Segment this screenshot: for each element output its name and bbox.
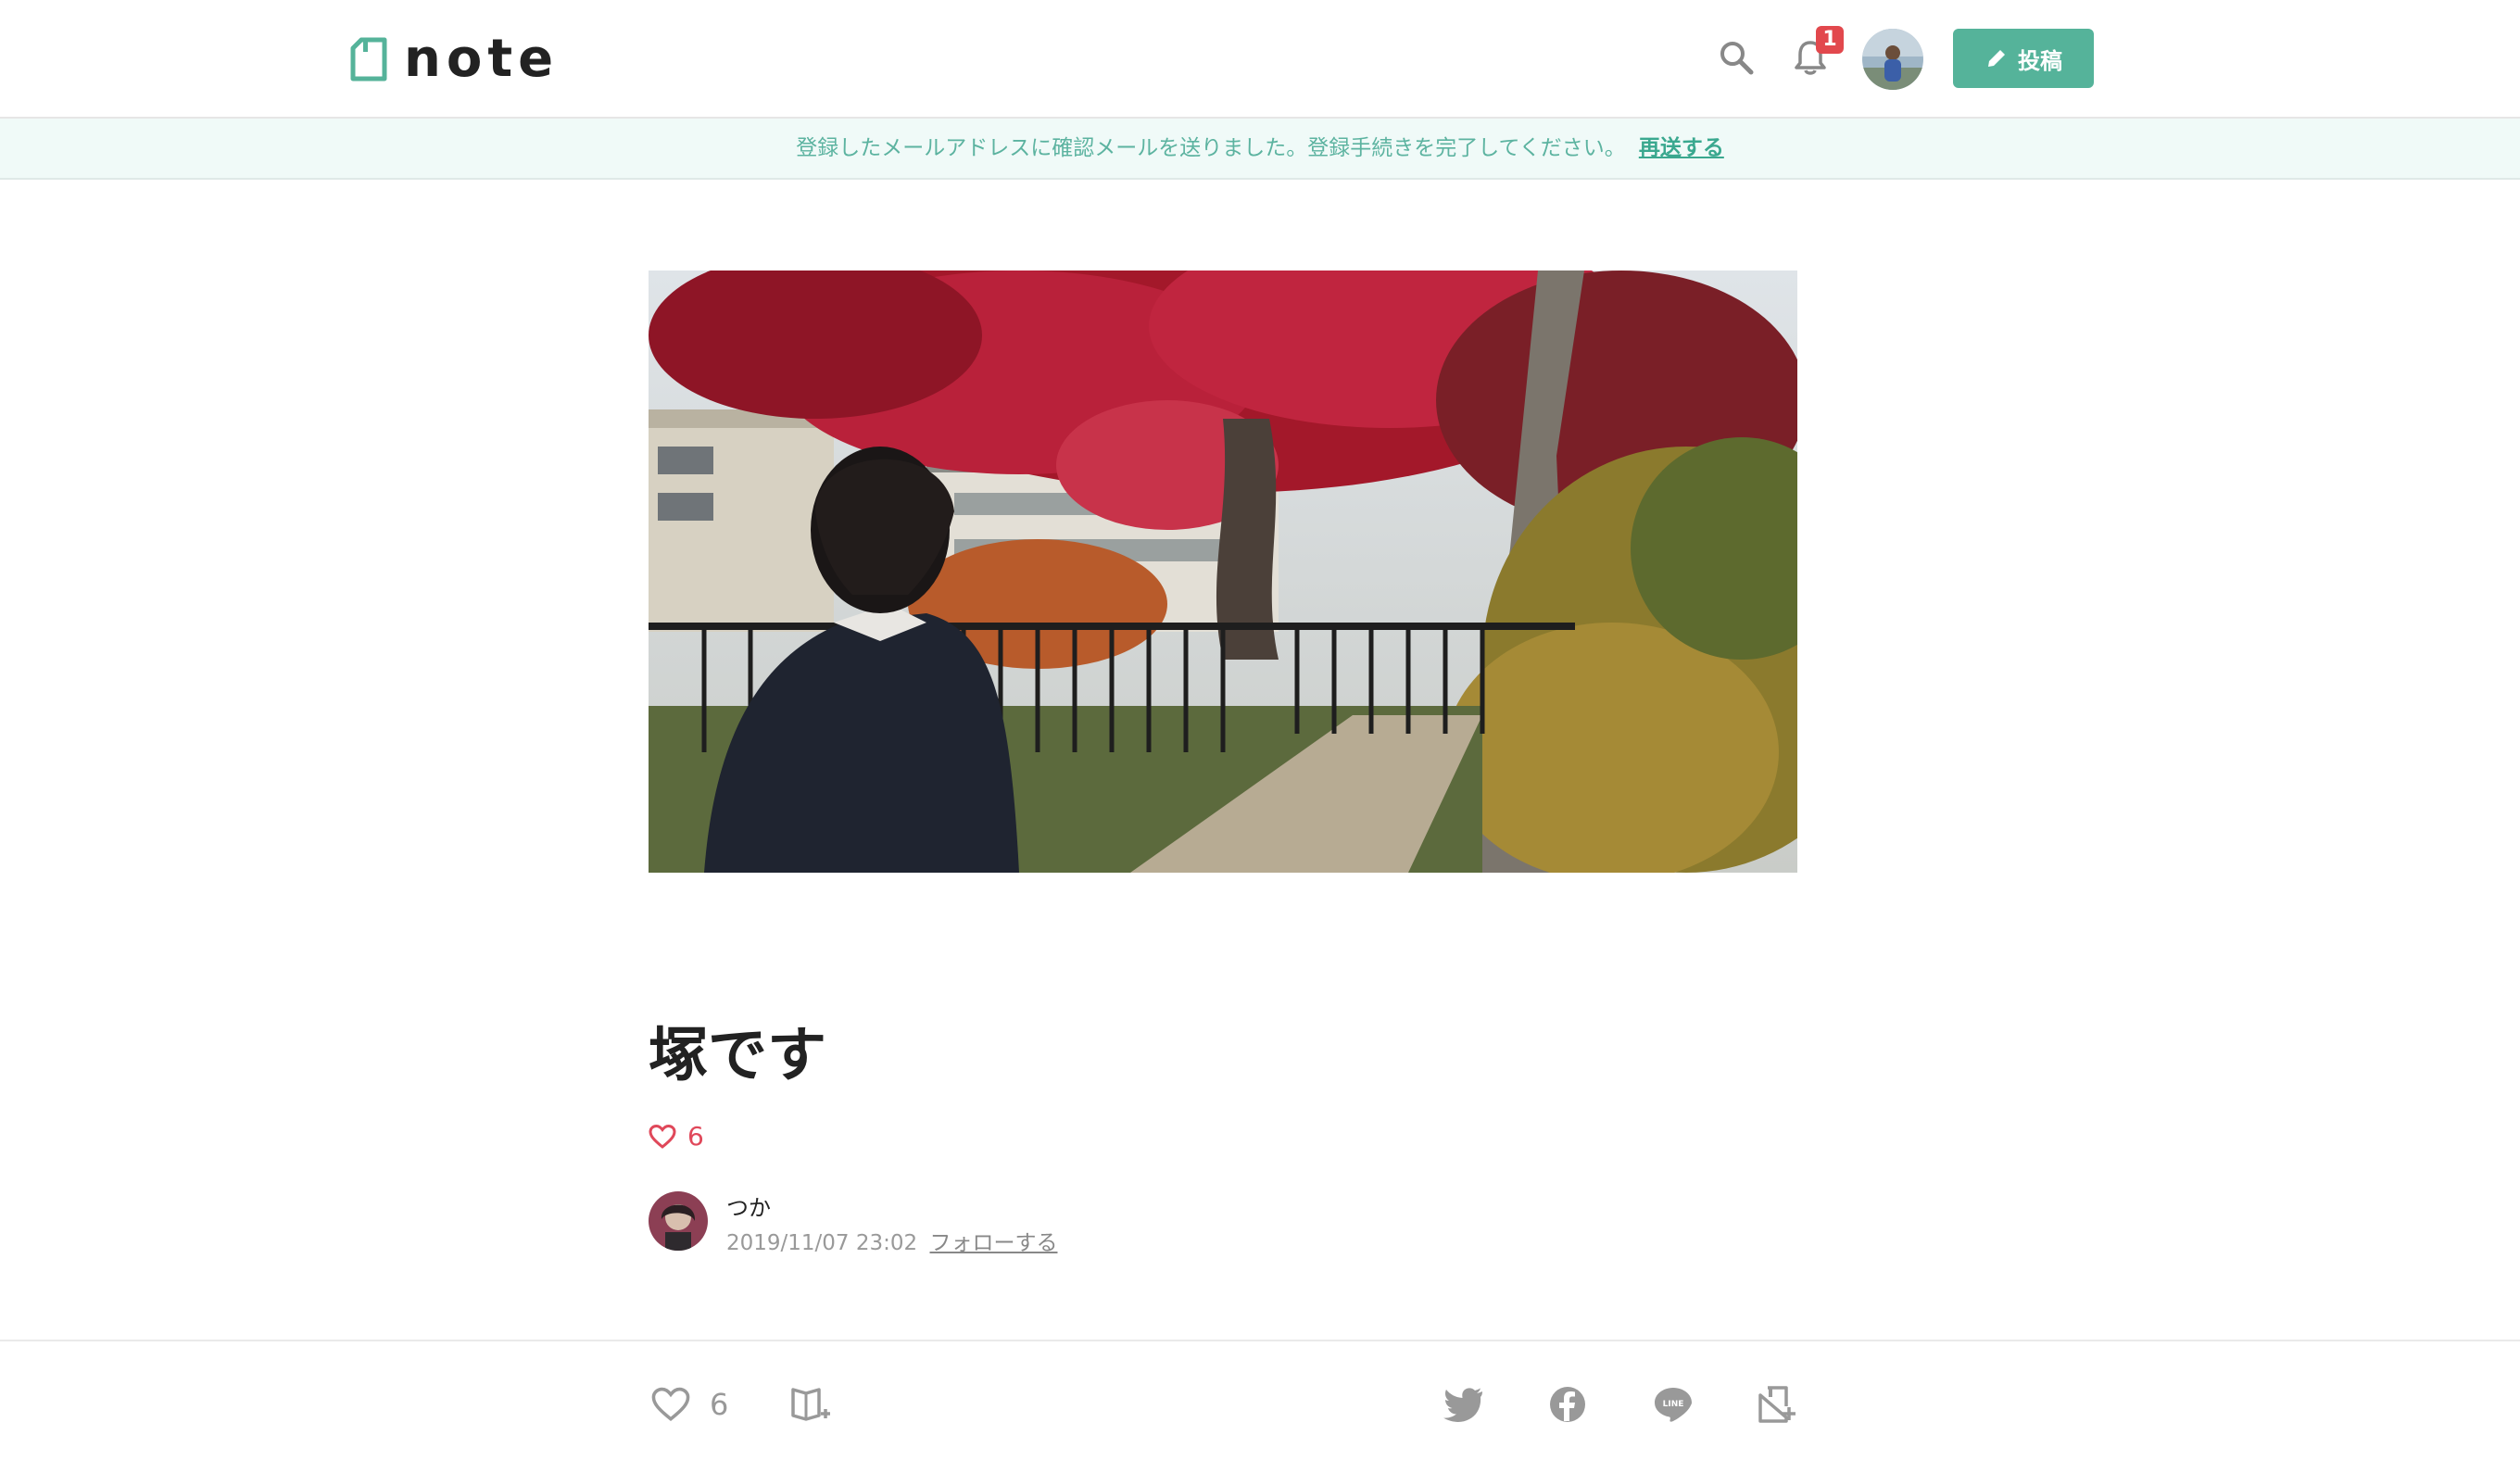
embed-icon	[1758, 1386, 1796, 1423]
resend-link[interactable]: 再送する	[1639, 136, 1724, 160]
bottom-like-button[interactable]: 6	[650, 1384, 728, 1425]
author-avatar-image	[649, 1191, 708, 1251]
author-meta: 2019/11/07 23:02 フォローする	[726, 1225, 1057, 1256]
bottom-action-bar: 6 LINE	[0, 1340, 2520, 1460]
twitter-icon	[1443, 1388, 1482, 1422]
post-button-label: 投稿	[2018, 47, 2062, 74]
user-avatar-image	[1862, 29, 1923, 90]
post-button[interactable]: 投稿	[1953, 29, 2094, 88]
magazine-add-icon	[791, 1388, 830, 1421]
article-title: 塚です	[649, 1022, 826, 1090]
share-facebook-button[interactable]	[1549, 1384, 1586, 1425]
search-icon[interactable]	[1716, 37, 1757, 78]
embed-button[interactable]	[1757, 1384, 1797, 1425]
publish-date: 2019/11/07 23:02	[726, 1231, 918, 1255]
follow-link[interactable]: フォローする	[929, 1231, 1057, 1255]
email-confirmation-notice: 登録したメールアドレスに確認メールを送りました。登録手続きを完了してください。再…	[0, 119, 2520, 180]
logo-text: note	[404, 29, 560, 89]
pencil-icon	[1988, 50, 2005, 67]
add-to-magazine-button[interactable]	[789, 1384, 832, 1425]
author-name[interactable]: つか	[726, 1189, 771, 1222]
share-line-button[interactable]: LINE	[1653, 1384, 1694, 1425]
hero-image	[649, 271, 1797, 873]
note-logo[interactable]: note	[350, 29, 560, 89]
facebook-icon	[1550, 1387, 1585, 1422]
user-avatar[interactable]	[1862, 29, 1923, 90]
notice-message: 登録したメールアドレスに確認メールを送りました。登録手続きを完了してください。	[796, 136, 1626, 160]
header: note 1 投稿	[0, 0, 2520, 119]
note-logo-icon	[350, 37, 387, 82]
share-twitter-button[interactable]	[1443, 1384, 1484, 1425]
hero-photo	[649, 271, 1797, 873]
heart-icon	[649, 1124, 676, 1149]
heart-icon	[651, 1387, 690, 1422]
line-icon: LINE	[1655, 1388, 1692, 1422]
bottom-like-count: 6	[710, 1387, 729, 1422]
svg-text:LINE: LINE	[1663, 1400, 1684, 1409]
like-count: 6	[687, 1121, 704, 1152]
author-avatar[interactable]	[649, 1191, 708, 1251]
notification-badge: 1	[1816, 26, 1844, 54]
article-like-count[interactable]: 6	[649, 1121, 704, 1152]
